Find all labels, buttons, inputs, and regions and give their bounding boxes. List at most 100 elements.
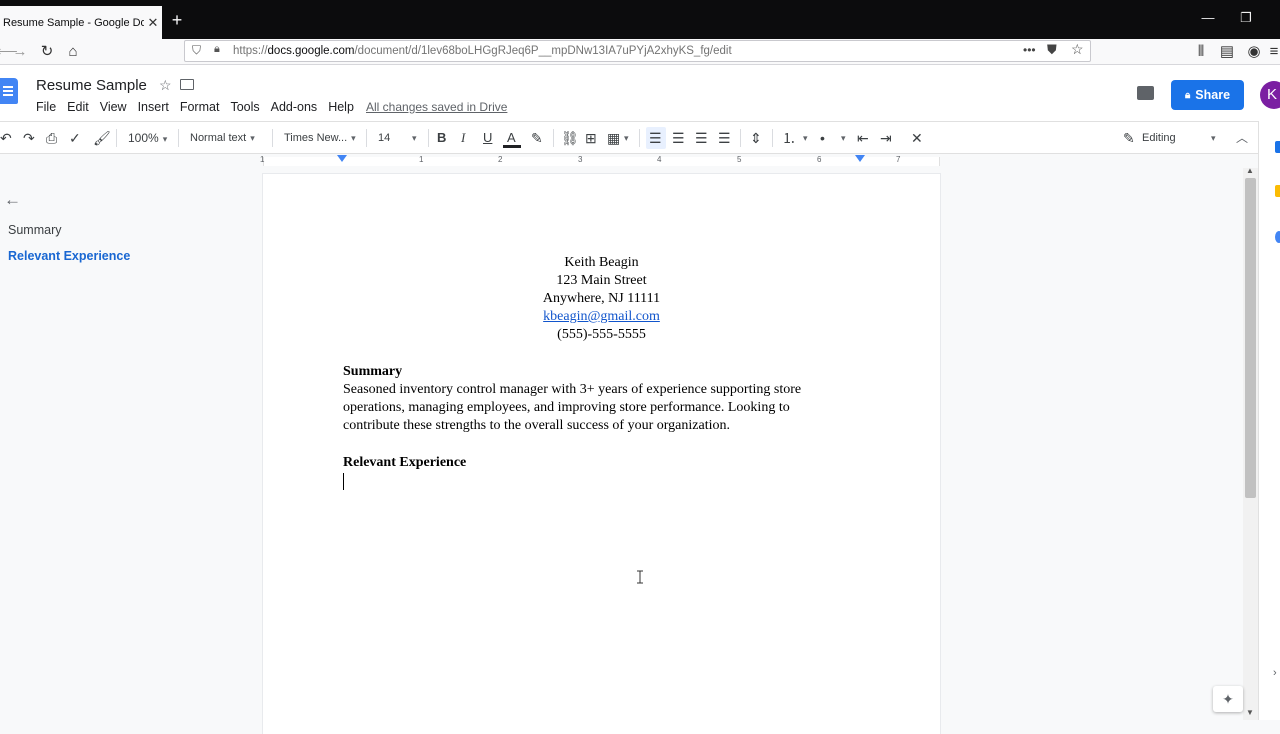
save-status[interactable]: All changes saved in Drive (366, 100, 507, 114)
numbered-list-icon[interactable]: ⒈ (782, 128, 796, 148)
resume-name: Keith Beagin (564, 255, 639, 270)
outline-item-relevant-experience[interactable]: Relevant Experience (8, 249, 130, 263)
left-indent-marker[interactable] (337, 155, 347, 162)
zoom-select[interactable]: 100% (128, 128, 167, 148)
image-caret-icon[interactable]: ▾ (624, 128, 629, 148)
share-button[interactable]: 🔒︎ Share (1171, 80, 1244, 110)
bookmark-star-icon[interactable]: ☆ (1071, 41, 1084, 58)
resume-city: Anywhere, NJ 11111 (542, 291, 661, 306)
experience-heading: Relevant Experience (343, 455, 467, 470)
avatar[interactable]: K (1260, 81, 1280, 109)
page-actions-icon[interactable]: ••• (1023, 43, 1036, 57)
font-size-select[interactable]: 14 (378, 128, 390, 148)
bulleted-list-caret-icon[interactable]: ▾ (841, 128, 846, 148)
browser-tab-bar: Resume Sample - Google Docs ✕ + — ❐ (0, 0, 1280, 39)
comment-icon[interactable]: ⊞ (585, 128, 597, 148)
font-select[interactable]: Times New... (284, 128, 356, 148)
line-spacing-icon[interactable]: ⇕ (750, 128, 762, 148)
font-size-caret-icon[interactable]: ▾ (412, 128, 417, 148)
underline-button[interactable]: U (483, 128, 492, 148)
tab-title: Resume Sample - Google Docs (3, 16, 144, 29)
image-icon[interactable]: ▦ (607, 128, 620, 148)
summary-line: operations, managing employees, and impr… (343, 400, 790, 415)
bulleted-list-icon[interactable]: • (820, 128, 825, 148)
keep-icon[interactable] (1275, 185, 1280, 197)
ruler-label: 7 (896, 155, 901, 164)
move-folder-icon[interactable] (180, 79, 194, 90)
clear-formatting-icon[interactable]: ✕ (911, 128, 923, 148)
justify-icon[interactable]: ☰ (718, 128, 731, 148)
menu-help[interactable]: Help (328, 100, 354, 114)
formatting-toolbar: ↶ ↷ ⎙ ✓ 🖌︎ 100% Normal text Times New...… (0, 121, 1258, 154)
style-select[interactable]: Normal text (190, 128, 255, 148)
lock-icon[interactable]: 🔒︎ (214, 43, 220, 56)
text-cursor (343, 473, 344, 490)
mode-caret-icon[interactable]: ▾ (1211, 128, 1216, 148)
redo-icon[interactable]: ↷ (23, 128, 35, 148)
numbered-list-caret-icon[interactable]: ▾ (803, 128, 808, 148)
menu-tools[interactable]: Tools (230, 100, 259, 114)
sidebar-icon[interactable]: ▤ (1216, 41, 1238, 63)
collapse-menus-icon[interactable]: ︿ (1236, 128, 1248, 148)
tasks-icon[interactable] (1275, 231, 1280, 243)
align-right-icon[interactable]: ☰ (695, 128, 708, 148)
paint-format-icon[interactable]: 🖌︎ (93, 128, 111, 148)
align-center-icon[interactable]: ☰ (672, 128, 685, 148)
explore-button[interactable]: ✦ (1213, 686, 1243, 712)
minimize-button[interactable]: — (1198, 10, 1218, 25)
divider (272, 129, 273, 147)
menu-bar: File Edit View Insert Format Tools Add-o… (36, 100, 365, 114)
calendar-icon[interactable] (1275, 141, 1280, 153)
menu-insert[interactable]: Insert (138, 100, 169, 114)
side-panel-toggle-icon[interactable]: › (1273, 667, 1277, 679)
star-icon[interactable]: ☆ (159, 77, 172, 94)
pocket-icon[interactable]: ⛊ (1047, 42, 1057, 58)
decrease-indent-icon[interactable]: ⇤ (857, 128, 869, 148)
undo-icon[interactable]: ↶ (0, 128, 12, 148)
scrollbar-thumb[interactable] (1245, 178, 1256, 498)
menu-file[interactable]: File (36, 100, 56, 114)
tab-close-icon[interactable]: ✕ (144, 15, 162, 31)
menu-icon[interactable]: ≡ (1263, 41, 1280, 63)
lock-icon: 🔒︎ (1184, 89, 1191, 101)
url-text[interactable]: https://docs.google.com/document/d/1lev6… (233, 45, 732, 57)
back-arrow-icon[interactable]: ← (4, 190, 21, 210)
url-bar[interactable]: ⛉ 🔒︎ https://docs.google.com/document/d/… (184, 40, 1091, 62)
restore-button[interactable]: ❐ (1236, 10, 1256, 26)
outline-item-summary[interactable]: Summary (8, 223, 61, 237)
link-icon[interactable]: ⛓︎ (561, 128, 579, 148)
shield-icon[interactable]: ⛉ (192, 43, 201, 58)
new-tab-button[interactable]: + (168, 9, 186, 31)
menu-format[interactable]: Format (180, 100, 220, 114)
comment-history-icon[interactable] (1137, 86, 1154, 100)
forward-icon[interactable]: → (9, 41, 31, 63)
library-icon[interactable]: ⫴ (1190, 41, 1212, 63)
email-link[interactable]: kbeagin@gmail.com (543, 309, 660, 324)
print-icon[interactable]: ⎙ (46, 128, 57, 148)
home-icon[interactable]: ⌂ (62, 41, 84, 63)
align-left-icon[interactable]: ☰ (649, 128, 662, 148)
browser-tab[interactable]: Resume Sample - Google Docs ✕ (0, 6, 162, 39)
divider (553, 129, 554, 147)
ibeam-cursor-icon (637, 570, 643, 584)
summary-line: contribute these strengths to the overal… (343, 418, 730, 433)
reload-icon[interactable]: ↻ (36, 41, 58, 63)
document-title[interactable]: Resume Sample (36, 77, 147, 94)
menu-edit[interactable]: Edit (67, 100, 89, 114)
mode-select[interactable]: Editing (1142, 128, 1176, 148)
scroll-down-icon[interactable]: ▼ (1246, 708, 1254, 717)
menu-addons[interactable]: Add-ons (271, 100, 318, 114)
document-page[interactable]: Keith Beagin 123 Main Street Anywhere, N… (263, 174, 940, 734)
spellcheck-icon[interactable]: ✓ (69, 128, 81, 148)
italic-button[interactable]: I (461, 128, 465, 148)
right-indent-marker[interactable] (855, 155, 865, 162)
document-outline: ← Summary Relevant Experience (0, 168, 262, 720)
increase-indent-icon[interactable]: ⇥ (880, 128, 892, 148)
resume-street: 123 Main Street (556, 273, 647, 288)
docs-logo-icon[interactable] (0, 78, 18, 104)
bold-button[interactable]: B (437, 128, 446, 148)
scroll-up-icon[interactable]: ▲ (1246, 166, 1254, 175)
highlight-icon[interactable]: ✎ (531, 128, 543, 148)
account-icon[interactable]: ◉ (1243, 41, 1265, 63)
menu-view[interactable]: View (100, 100, 127, 114)
